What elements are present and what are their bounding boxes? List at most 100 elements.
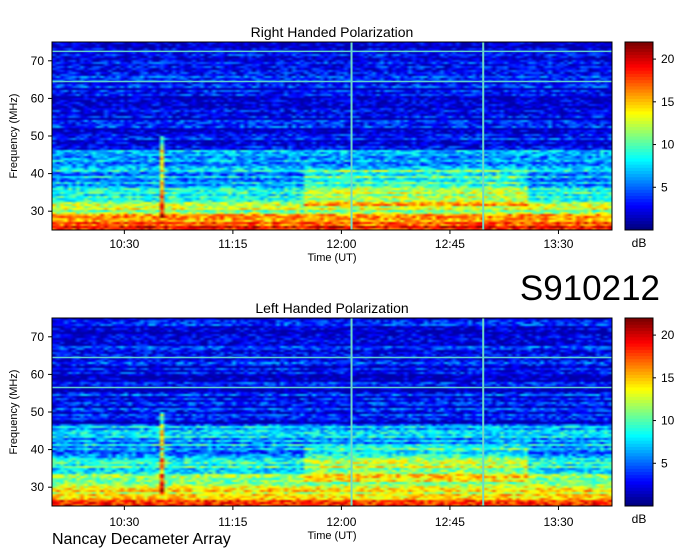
colorbar-segment (625, 145, 653, 150)
colorbar-segment (625, 380, 653, 385)
colorbar-segment (625, 208, 653, 212)
colorbar-segment (625, 493, 653, 498)
colorbar-unit-label: dB (632, 512, 647, 526)
colorbar-segment (625, 496, 653, 501)
colorbar-segment (625, 42, 653, 46)
colorbar-tick-label: 5 (661, 456, 668, 470)
colorbar-segment (625, 421, 653, 426)
y-tick-label: 60 (31, 91, 45, 105)
colorbar-segment (625, 349, 653, 353)
colorbar-segment (625, 132, 653, 137)
right-polarization-panel: Right Handed Polarization 30 40 50 60 70 10:30… (8, 24, 675, 264)
colorbar-segment (625, 95, 653, 99)
colorbar-segment (625, 104, 653, 109)
colorbar-segment (625, 459, 653, 463)
colorbar-segment (625, 179, 653, 184)
colorbar-segment (625, 480, 653, 485)
colorbar-segment (625, 117, 653, 121)
y-tick-label: 30 (31, 480, 45, 494)
colorbar-segment (625, 76, 653, 81)
colorbar-segment (625, 67, 653, 71)
colorbar-segment (625, 204, 653, 209)
colorbar-segment (625, 101, 653, 106)
colorbar-segment (625, 443, 653, 447)
y-axis-label: Frequency (MHz) (8, 94, 20, 179)
colorbar-segment (625, 324, 653, 328)
colorbar-segment (625, 126, 653, 131)
colorbar-segment (625, 70, 653, 74)
x-tick-label: 13:30 (543, 515, 573, 529)
colorbar-segment (625, 176, 653, 181)
colorbar-segment (625, 107, 653, 112)
colorbar-segment (625, 399, 653, 404)
colorbar-segment (625, 490, 653, 494)
colorbar-segment (625, 192, 653, 197)
colorbar-unit-label: dB (632, 236, 647, 250)
colorbar-segment (625, 139, 653, 143)
y-tick-label: 40 (31, 443, 45, 457)
colorbar-segment (625, 487, 653, 491)
colorbar-segment (625, 161, 653, 165)
colorbar-segment (625, 198, 653, 203)
footer-label: Nancay Decameter Array (52, 531, 231, 548)
colorbar-segment (625, 48, 653, 52)
colorbar-segment (625, 430, 653, 435)
colorbar-segment (625, 415, 653, 419)
colorbar-segment (625, 211, 653, 215)
colorbar-segment (625, 54, 653, 59)
colorbar-segment (625, 170, 653, 175)
x-tick-label: 11:15 (218, 515, 247, 529)
colorbar-segment (625, 327, 653, 332)
colorbar-segment (625, 368, 653, 372)
colorbar-segment (625, 333, 653, 338)
colorbar-segment (625, 110, 653, 115)
spectrogram-heatmap (52, 42, 612, 230)
colorbar-segment (625, 358, 653, 363)
colorbar-segment (625, 405, 653, 410)
colorbar-tick-label: 15 (661, 95, 675, 109)
colorbar-tick-label: 20 (661, 328, 675, 342)
colorbar-segment (625, 217, 653, 222)
colorbar-segment (625, 437, 653, 441)
x-tick-label: 12:00 (326, 237, 356, 251)
colorbar-segment (625, 330, 653, 335)
colorbar-segment (625, 164, 653, 168)
colorbar-segment (625, 183, 653, 187)
colorbar-segment (625, 173, 653, 178)
y-tick-label: 50 (31, 405, 45, 419)
x-tick-label: 12:45 (435, 515, 465, 529)
colorbar-segment (625, 440, 653, 444)
x-tick-label: 10:30 (109, 237, 139, 251)
chart-title: Right Handed Polarization (251, 24, 414, 40)
x-tick-label: 12:00 (326, 515, 356, 529)
y-tick-label: 70 (31, 54, 45, 68)
colorbar-segment (625, 167, 653, 171)
colorbar-tick-label: 10 (661, 414, 675, 428)
colorbar-tick-label: 5 (661, 180, 668, 194)
colorbar-segment (625, 318, 653, 322)
colorbar-segment (625, 129, 653, 134)
colorbar-tick-label: 10 (661, 138, 675, 152)
colorbar-segment (625, 223, 653, 228)
colorbar-segment (625, 201, 653, 206)
y-tick-label: 30 (31, 204, 45, 218)
colorbar-segment (625, 365, 653, 369)
chart-title: Left Handed Polarization (255, 300, 408, 316)
colorbar-segment (625, 352, 653, 357)
y-tick-label: 70 (31, 330, 45, 344)
colorbar-segment (625, 424, 653, 429)
colorbar-segment (625, 383, 653, 388)
y-tick-label: 60 (31, 367, 45, 381)
spectrogram-figure: Right Handed Polarization 30 40 50 60 70 10:30… (8, 24, 675, 548)
colorbar-segment (625, 446, 653, 451)
colorbar-segment (625, 186, 653, 190)
colorbar-segment (625, 471, 653, 476)
colorbar-segment (625, 465, 653, 469)
x-tick-label: 12:45 (435, 237, 465, 251)
colorbar-segment (625, 85, 653, 90)
colorbar-segment (625, 57, 653, 62)
colorbar-segment (625, 449, 653, 454)
colorbar-segment (625, 402, 653, 407)
colorbar-tick-label: 15 (661, 371, 675, 385)
colorbar-segment (625, 462, 653, 466)
